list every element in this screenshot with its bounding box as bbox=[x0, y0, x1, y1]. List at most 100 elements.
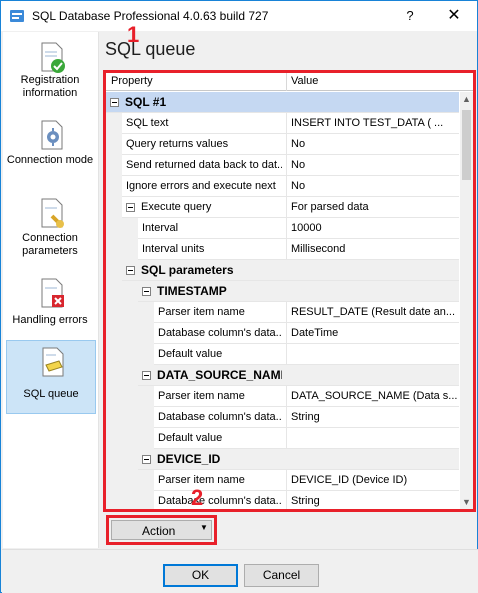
cell-divider bbox=[286, 386, 287, 407]
close-button[interactable]: ✕ bbox=[432, 2, 476, 30]
category-label: DATA_SOURCE_NAME bbox=[157, 368, 282, 382]
grid-property-row[interactable]: Database column's data... String bbox=[106, 407, 459, 428]
cancel-button[interactable]: Cancel bbox=[244, 564, 319, 587]
row-indent-gutter bbox=[106, 470, 154, 491]
grid-property-row[interactable]: SQL text INSERT INTO TEST_DATA ( ... bbox=[106, 113, 459, 134]
sidebar-item-label: SQL queue bbox=[23, 388, 79, 400]
grid-property-row[interactable]: Send returned data back to dat... No bbox=[106, 155, 459, 176]
property-value[interactable]: DATA_SOURCE_NAME (Data s... bbox=[291, 390, 459, 402]
scroll-thumb[interactable] bbox=[462, 110, 471, 180]
sidebar-item-label: Connection mode bbox=[6, 154, 94, 166]
cell-divider bbox=[286, 176, 287, 197]
cell-divider bbox=[286, 344, 287, 365]
collapse-toggle-icon[interactable] bbox=[110, 98, 119, 107]
row-indent-gutter bbox=[106, 365, 138, 386]
grid-category-row[interactable]: TIMESTAMP bbox=[106, 281, 459, 302]
grid-property-row[interactable]: Database column's data... DateTime bbox=[106, 323, 459, 344]
help-button[interactable]: ? bbox=[393, 2, 427, 30]
category-label: TIMESTAMP bbox=[157, 284, 227, 298]
sidebar-item-connection-parameters[interactable]: Connection parameters bbox=[6, 192, 96, 264]
action-label: Action bbox=[142, 524, 176, 538]
grid-property-row[interactable]: Database column's data... String bbox=[106, 491, 459, 509]
row-indent-gutter bbox=[106, 491, 154, 509]
property-name: SQL text bbox=[126, 117, 169, 129]
grid-property-row[interactable]: Parser item name DATA_SOURCE_NAME (Data s… bbox=[106, 386, 459, 407]
collapse-toggle-icon[interactable] bbox=[142, 371, 151, 380]
scroll-up-arrow-icon[interactable]: ▲ bbox=[460, 92, 473, 106]
row-indent-gutter bbox=[106, 386, 154, 407]
sidebar-item-handling-errors[interactable]: Handling errors bbox=[6, 272, 96, 344]
grid-category-row[interactable]: DATA_SOURCE_NAME bbox=[106, 365, 459, 386]
error-document-icon bbox=[41, 278, 64, 308]
property-name: Execute query bbox=[141, 201, 212, 213]
property-grid: Property Value SQL #1 SQL text INSERT INTO… bbox=[103, 70, 476, 512]
grid-category-row[interactable]: SQL #1 bbox=[106, 92, 459, 113]
column-header-value[interactable]: Value bbox=[291, 75, 318, 87]
row-indent-gutter bbox=[106, 260, 122, 281]
property-value[interactable]: For parsed data bbox=[291, 201, 459, 213]
collapse-toggle-icon[interactable] bbox=[142, 287, 151, 296]
cell-divider bbox=[286, 134, 287, 155]
grid-property-row[interactable]: Default value bbox=[106, 428, 459, 449]
property-value[interactable]: String bbox=[291, 495, 459, 507]
property-value[interactable]: 10000 bbox=[291, 222, 459, 234]
ok-button[interactable]: OK bbox=[163, 564, 238, 587]
property-value[interactable]: No bbox=[291, 138, 459, 150]
property-name: Query returns values bbox=[126, 138, 229, 150]
property-value[interactable]: String bbox=[291, 411, 459, 423]
collapse-toggle-icon[interactable] bbox=[142, 455, 151, 464]
property-name: Parser item name bbox=[158, 474, 245, 486]
grid-property-row[interactable]: Default value bbox=[106, 344, 459, 365]
cell-divider bbox=[286, 155, 287, 176]
property-name: Default value bbox=[158, 348, 223, 360]
sidebar-item-sql-queue[interactable]: SQL queue bbox=[6, 340, 96, 414]
property-value[interactable]: DEVICE_ID (Device ID) bbox=[291, 474, 459, 486]
plug-document-icon bbox=[41, 198, 64, 228]
sidebar-item-registration[interactable]: Registration information bbox=[6, 36, 96, 108]
app-database-icon bbox=[10, 10, 24, 22]
property-name: Ignore errors and execute next bbox=[126, 180, 276, 192]
collapse-toggle-icon[interactable] bbox=[126, 203, 135, 212]
category-label: DEVICE_ID bbox=[157, 452, 221, 466]
grid-property-row[interactable]: Interval 10000 bbox=[106, 218, 459, 239]
grid-category-row[interactable]: DEVICE_ID bbox=[106, 449, 459, 470]
column-header-property[interactable]: Property bbox=[111, 75, 153, 87]
grid-property-row[interactable]: Execute query For parsed data bbox=[106, 197, 459, 218]
grid-property-row[interactable]: Query returns values No bbox=[106, 134, 459, 155]
page-title: SQL queue bbox=[105, 39, 196, 59]
property-value[interactable]: No bbox=[291, 180, 459, 192]
scroll-down-arrow-icon[interactable]: ▼ bbox=[460, 495, 473, 509]
property-value[interactable]: No bbox=[291, 159, 459, 171]
row-indent-gutter bbox=[106, 302, 154, 323]
sidebar-item-label: Registration information bbox=[20, 74, 80, 99]
property-value[interactable]: DateTime bbox=[291, 327, 459, 339]
property-name: Interval units bbox=[142, 243, 205, 255]
row-indent-gutter bbox=[106, 323, 154, 344]
grid-property-row[interactable]: Interval units Millisecond bbox=[106, 239, 459, 260]
row-indent-gutter bbox=[106, 176, 122, 197]
dialog-footer: OK Cancel bbox=[2, 549, 478, 593]
row-indent-gutter bbox=[106, 239, 138, 260]
property-value[interactable]: RESULT_DATE (Result date an... bbox=[291, 306, 459, 318]
action-button[interactable]: Action ▼ bbox=[111, 520, 212, 540]
column-divider[interactable] bbox=[286, 73, 287, 91]
grid-property-row[interactable]: Parser item name DEVICE_ID (Device ID) bbox=[106, 470, 459, 491]
sidebar-item-connection-mode[interactable]: Connection mode bbox=[6, 114, 96, 186]
property-name: Parser item name bbox=[158, 390, 245, 402]
vertical-scrollbar[interactable]: ▲ ▼ bbox=[460, 92, 473, 509]
row-indent-gutter bbox=[106, 134, 122, 155]
cell-divider bbox=[286, 239, 287, 260]
grid-property-row[interactable]: Ignore errors and execute next No bbox=[106, 176, 459, 197]
property-name: Parser item name bbox=[158, 306, 245, 318]
cell-divider bbox=[286, 470, 287, 491]
grid-body: SQL #1 SQL text INSERT INTO TEST_DATA ( ..… bbox=[106, 92, 459, 509]
registration-check-icon bbox=[41, 42, 65, 73]
cell-divider bbox=[286, 218, 287, 239]
collapse-toggle-icon[interactable] bbox=[126, 266, 135, 275]
property-value[interactable]: Millisecond bbox=[291, 243, 459, 255]
grid-category-row[interactable]: SQL parameters bbox=[106, 260, 459, 281]
row-indent-gutter bbox=[106, 281, 138, 302]
property-value[interactable]: INSERT INTO TEST_DATA ( ... bbox=[291, 117, 459, 129]
gear-document-icon bbox=[41, 120, 63, 150]
grid-property-row[interactable]: Parser item name RESULT_DATE (Result date… bbox=[106, 302, 459, 323]
